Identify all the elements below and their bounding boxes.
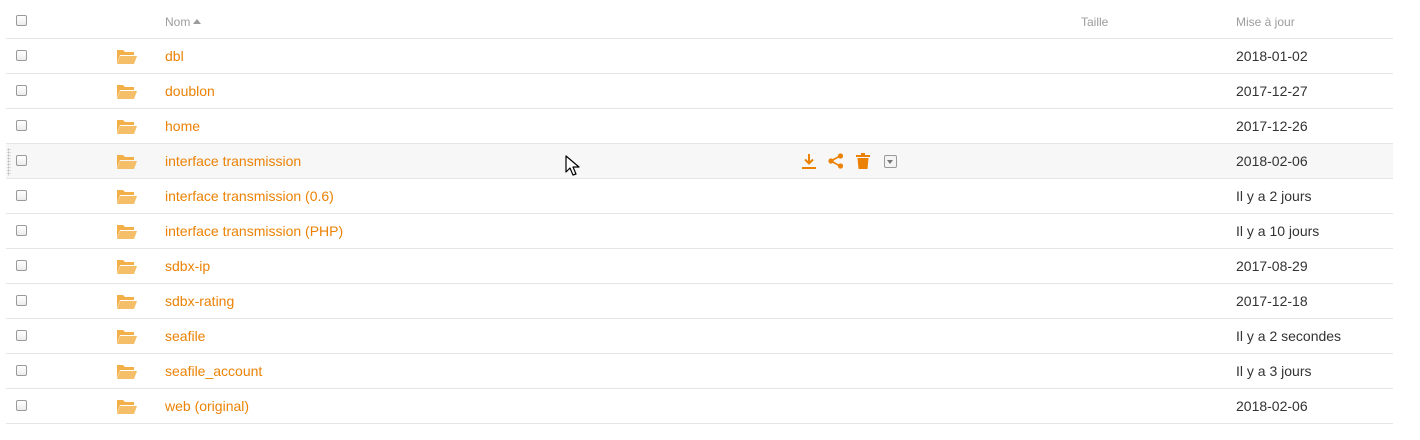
- item-updated: Il y a 10 jours: [1236, 223, 1320, 239]
- folder-open-icon: [116, 118, 138, 135]
- row-checkbox[interactable]: [16, 120, 27, 131]
- item-updated: Il y a 2 jours: [1236, 188, 1312, 204]
- more-dropdown-icon[interactable]: [884, 155, 897, 168]
- item-updated: 2017-08-29: [1236, 258, 1308, 274]
- item-name-link[interactable]: interface transmission (PHP): [165, 223, 343, 239]
- table-row[interactable]: home 2017-12-26: [6, 109, 1393, 144]
- folder-open-icon: [116, 223, 138, 240]
- drag-handle-icon[interactable]: [7, 148, 11, 176]
- table-row[interactable]: interface transmission (0.6) Il y a 2 jou…: [6, 179, 1393, 214]
- share-icon[interactable]: [827, 152, 845, 170]
- column-header-updated[interactable]: Mise à jour: [1236, 15, 1295, 29]
- folder-open-icon: [116, 153, 138, 170]
- file-list-table: Nom Taille Mise à jour dbl 2018-01-02 doub…: [6, 4, 1393, 424]
- folder-open-icon: [116, 188, 138, 205]
- column-header-size[interactable]: Taille: [1081, 15, 1108, 29]
- row-checkbox[interactable]: [16, 260, 27, 271]
- item-name-link[interactable]: doublon: [165, 83, 215, 99]
- item-name-link[interactable]: seafile: [165, 328, 205, 344]
- table-row[interactable]: doublon 2017-12-27: [6, 74, 1393, 109]
- item-name-link[interactable]: sdbx-rating: [165, 293, 234, 309]
- table-row[interactable]: sdbx-ip 2017-08-29: [6, 249, 1393, 284]
- table-body: dbl 2018-01-02 doublon 2017-12-27 home 2017-1…: [6, 39, 1393, 424]
- table-row[interactable]: web (original) 2018-02-06: [6, 389, 1393, 424]
- item-name-link[interactable]: sdbx-ip: [165, 258, 210, 274]
- item-updated: 2017-12-18: [1236, 293, 1308, 309]
- row-checkbox[interactable]: [16, 365, 27, 376]
- folder-open-icon: [116, 363, 138, 380]
- item-updated: Il y a 2 secondes: [1236, 328, 1342, 344]
- item-updated: Il y a 3 jours: [1236, 363, 1312, 379]
- folder-open-icon: [116, 293, 138, 310]
- folder-open-icon: [116, 328, 138, 345]
- select-all-checkbox[interactable]: [16, 15, 27, 26]
- table-row[interactable]: seafile_account Il y a 3 jours: [6, 354, 1393, 389]
- row-checkbox[interactable]: [16, 85, 27, 96]
- item-updated: 2017-12-26: [1236, 118, 1308, 134]
- item-updated: 2018-02-06: [1236, 398, 1308, 414]
- item-updated: 2018-02-06: [1236, 153, 1308, 169]
- table-row[interactable]: interface transmission 2018-02-06: [6, 144, 1393, 179]
- folder-open-icon: [116, 258, 138, 275]
- column-header-name-label: Nom: [165, 15, 191, 29]
- item-name-link[interactable]: dbl: [165, 48, 184, 64]
- folder-open-icon: [116, 83, 138, 100]
- row-checkbox[interactable]: [16, 155, 27, 166]
- mouse-cursor-icon: [565, 155, 580, 176]
- table-row[interactable]: sdbx-rating 2017-12-18: [6, 284, 1393, 319]
- item-name-link[interactable]: interface transmission (0.6): [165, 188, 334, 204]
- sort-ascending-icon: [193, 19, 202, 24]
- row-checkbox[interactable]: [16, 330, 27, 341]
- item-updated: 2018-01-02: [1236, 48, 1308, 64]
- item-name-link[interactable]: web (original): [165, 398, 249, 414]
- table-row[interactable]: interface transmission (PHP) Il y a 10 jo…: [6, 214, 1393, 249]
- item-updated: 2017-12-27: [1236, 83, 1308, 99]
- row-checkbox[interactable]: [16, 225, 27, 236]
- folder-open-icon: [116, 398, 138, 415]
- item-name-link[interactable]: interface transmission: [165, 153, 301, 169]
- table-row[interactable]: seafile Il y a 2 secondes: [6, 319, 1393, 354]
- table-header: Nom Taille Mise à jour: [6, 4, 1393, 39]
- trash-icon[interactable]: [854, 152, 872, 170]
- row-checkbox[interactable]: [16, 50, 27, 61]
- download-icon[interactable]: [800, 152, 818, 170]
- table-row[interactable]: dbl 2018-01-02: [6, 39, 1393, 74]
- item-name-link[interactable]: seafile_account: [165, 363, 262, 379]
- item-name-link[interactable]: home: [165, 118, 200, 134]
- row-checkbox[interactable]: [16, 400, 27, 411]
- row-checkbox[interactable]: [16, 295, 27, 306]
- folder-open-icon: [116, 48, 138, 65]
- row-checkbox[interactable]: [16, 190, 27, 201]
- column-header-name[interactable]: Nom: [165, 15, 202, 29]
